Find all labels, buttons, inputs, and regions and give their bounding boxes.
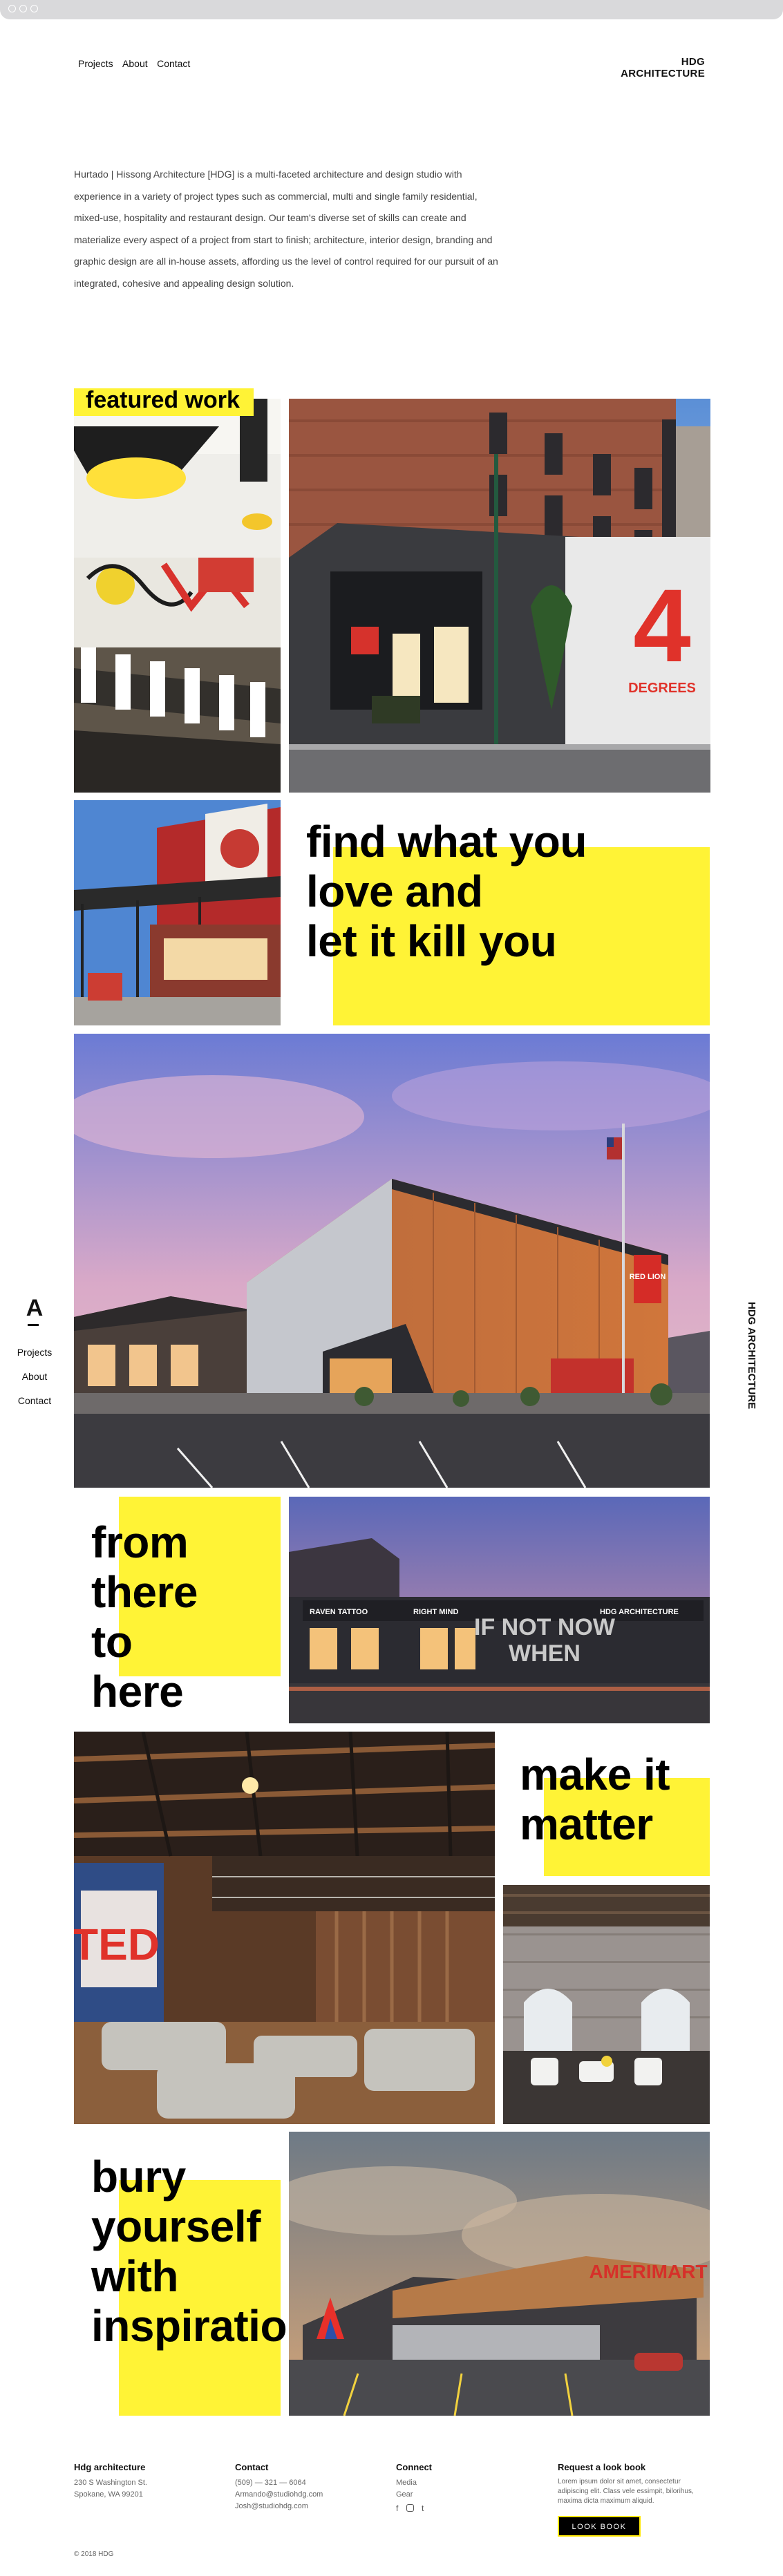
footer-line: adipiscing elit. Class vele essimpit, bi… [558,2488,694,2495]
project-photo-brick-interior[interactable] [503,1885,710,2124]
footer-email[interactable]: Josh@studiohdg.com [235,2501,373,2512]
featured-work-label: featured work [86,387,240,413]
footer-link-media[interactable]: Media [396,2477,534,2489]
sidebar-link-contact[interactable]: Contact [7,1395,62,1406]
four-degrees-number: 4 [633,567,690,683]
project-photo-restaurant-interior[interactable] [74,399,281,793]
quote-line: matter [520,1799,653,1849]
footer-line: Spokane, WA 99201 [74,2490,143,2499]
nav-link-projects[interactable]: Projects [78,58,113,69]
quote-line: from [91,1517,189,1567]
if-not-now-mural: IF NOT NOW [474,1614,616,1640]
ted-sign: TED [74,1920,160,1969]
raven-tattoo-sign: RAVEN TATTOO [310,1608,368,1616]
quote-line: to [91,1617,133,1667]
quote-bury-yourself: bury yourself with inspiratio [91,2152,292,2351]
quote-line: love and [306,866,483,916]
amerimart-sign: AMERIMART [589,2261,707,2282]
right-mind-sign: RIGHT MIND [413,1608,458,1616]
quote-line: with [91,2251,178,2301]
footer-line: 230 S Washington St. [74,2479,147,2487]
footer-col-address: Hdg architecture 230 S Washington St. Sp… [74,2462,212,2501]
top-nav: Projects About Contact [78,58,196,70]
quote-line: inspiratio [91,2301,287,2351]
sidebar-link-projects[interactable]: Projects [7,1347,62,1358]
quote-line: yourself [91,2201,261,2251]
sidebar-vertical-brand[interactable]: HDG ARCHITECTURE [746,1302,757,1409]
browser-chrome [0,0,783,19]
look-book-button[interactable]: LOOK BOOK [558,2516,641,2537]
quote-line: here [91,1667,184,1716]
nav-link-about[interactable]: About [122,58,148,69]
footer-heading: Connect [396,2462,432,2472]
tumblr-icon[interactable]: t [422,2503,424,2513]
project-photo-four-degrees[interactable]: 4 DEGREES [289,399,710,793]
red-lion-sign: RED LION [630,1273,666,1281]
instagram-icon[interactable] [406,2504,414,2512]
project-photo-pavilion[interactable] [74,800,281,1025]
brand-logo[interactable]: HDG ARCHITECTURE [594,56,705,79]
quote-from-there-to-here: from there to here [91,1517,198,1716]
facebook-icon[interactable]: f [396,2503,398,2513]
quote-line: there [91,1567,198,1617]
footer-col-connect: Connect Media Gear f t [396,2462,534,2513]
sidebar-logo-bar [28,1324,39,1326]
project-photo-red-lion[interactable]: RED LION [74,1034,710,1488]
window-close-icon[interactable] [8,5,16,12]
footer-heading: Request a look book [558,2462,646,2472]
footer-link-gear[interactable]: Gear [396,2489,534,2501]
footer-col-contact: Contact (509) — 321 — 6064 Armando@studi… [235,2462,373,2512]
footer-line: Lorem ipsum dolor sit amet, consectetur [558,2478,681,2485]
project-photo-ted-interior[interactable]: TED [74,1732,495,2124]
quote-make-it-matter: make it matter [520,1750,670,1849]
footer-line: maxima dicta maximum aliquid. [558,2497,654,2505]
sidebar-logo[interactable]: A [18,1296,51,1320]
quote-line: bury [91,2152,186,2201]
quote-find-what-you-love: find what you love and let it kill you [306,817,587,966]
nav-link-contact[interactable]: Contact [157,58,190,69]
four-degrees-word: DEGREES [628,681,696,696]
footer-copyright: © 2018 HDG [74,2550,114,2558]
window-minimize-icon[interactable] [19,5,27,12]
when-mural: WHEN [509,1640,581,1667]
intro-paragraph: Hurtado | Hissong Architecture [HDG] is … [74,169,498,289]
quote-line: find what you [306,817,587,866]
sidebar-link-about[interactable]: About [7,1371,62,1382]
footer-col-lookbook: Request a look book Lorem ipsum dolor si… [558,2462,710,2537]
project-photo-amerimart[interactable]: AMERIMART [289,2132,710,2416]
footer-phone[interactable]: (509) — 321 — 6064 [235,2477,373,2489]
footer-heading: Hdg architecture [74,2462,146,2472]
quote-line: make it [520,1750,670,1799]
project-photo-if-not-now[interactable]: RAVEN TATTOO RIGHT MIND HDG ARCHITECTURE… [289,1497,710,1723]
footer-heading: Contact [235,2462,269,2472]
window-maximize-icon[interactable] [30,5,38,12]
footer-email[interactable]: Armando@studiohdg.com [235,2489,373,2501]
quote-line: let it kill you [306,916,557,966]
